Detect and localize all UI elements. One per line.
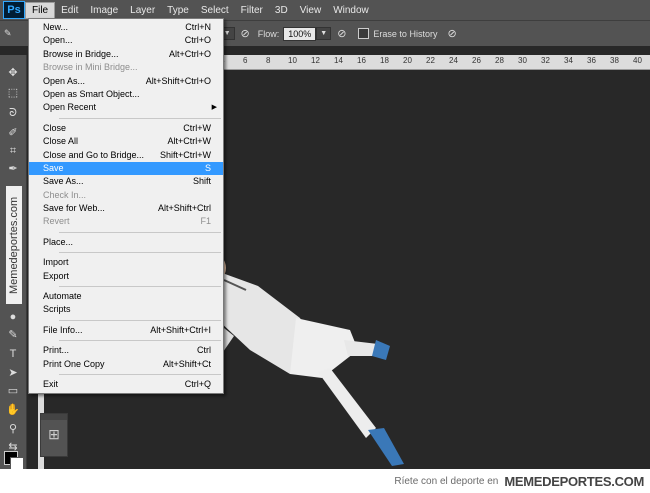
menu-item-save[interactable]: Save S: [29, 161, 223, 176]
menu-item-file-info[interactable]: File Info... Alt+Shift+Ctrl+I: [29, 324, 223, 337]
menu-item-shortcut: Ctrl+W: [183, 122, 211, 133]
menu-item-open-recent[interactable]: Open Recent ▶: [29, 101, 223, 114]
menu-item-shortcut: Alt+Shift+Ct: [162, 358, 211, 369]
menu-item-close[interactable]: Close Ctrl+W: [29, 122, 223, 135]
menu-item-browse-bridge[interactable]: Browse in Bridge... Alt+Ctrl+O: [29, 48, 223, 61]
menu-item-label: Scripts: [43, 304, 71, 315]
menu-item-label: Place...: [43, 236, 74, 247]
menu-item-shortcut: Ctrl: [197, 345, 211, 356]
menu-item-label: Save As...: [43, 176, 84, 187]
menu-item-export[interactable]: Export: [29, 270, 223, 283]
menu-item-label: New...: [43, 22, 69, 32]
file-menu-dropdown: New... Ctrl+N Open... Ctrl+O Browse in Bri…: [28, 18, 224, 395]
menu-item-label: Save: [43, 162, 64, 173]
menu-item-shortcut: F1: [200, 216, 211, 227]
menu-item-label: Export: [43, 270, 70, 281]
menu-divider: [59, 319, 221, 321]
footer-brand-logo: MEMEDEPORTES.COM: [504, 473, 644, 489]
menu-item-label: Import: [43, 257, 69, 268]
menu-item-new[interactable]: New... Ctrl+N: [29, 21, 223, 34]
menu-item-print[interactable]: Print... Ctrl: [29, 344, 223, 357]
menu-item-shortcut: Alt+Ctrl+W: [167, 136, 211, 147]
menu-item-check-in: Check In...: [29, 189, 223, 202]
menu-item-open-as[interactable]: Open As... Alt+Shift+Ctrl+O: [29, 75, 223, 88]
menu-item-shortcut: Shift: [192, 176, 211, 187]
menu-divider: [59, 340, 221, 342]
menu-divider: [59, 252, 221, 254]
menu-item-label: Close and Go to Bridge...: [43, 149, 145, 160]
menu-item-print-one-copy[interactable]: Print One Copy Alt+Shift+Ct: [29, 358, 223, 371]
menu-item-browse-mini-bridge: Browse in Mini Bridge...: [29, 61, 223, 74]
footer-watermark: Ríete con el deporte en MEMEDEPORTES.COM: [0, 469, 650, 493]
menu-item-label: Close All: [43, 136, 79, 147]
menu-divider: [59, 373, 221, 375]
menu-item-shortcut: Alt+Shift+Ctrl: [157, 203, 211, 214]
menu-item-label: Browse in Bridge...: [43, 48, 119, 59]
menu-item-label: Close: [43, 122, 67, 133]
menu-item-scripts[interactable]: Scripts: [29, 303, 223, 316]
menu-item-shortcut: S: [204, 162, 211, 173]
menu-item-shortcut: Alt+Shift+Ctrl+I: [150, 324, 211, 335]
menu-item-label: Open...: [43, 35, 73, 46]
menu-item-shortcut: Ctrl+O: [184, 35, 211, 46]
menu-item-shortcut: Alt+Shift+Ctrl+O: [145, 75, 211, 86]
menu-item-shortcut: Shift+Ctrl+W: [159, 149, 211, 160]
menu-item-automate[interactable]: Automate: [29, 290, 223, 303]
menu-item-label: Open As...: [43, 75, 86, 86]
menu-item-shortcut: Alt+Ctrl+O: [168, 48, 211, 59]
menu-item-label: Save for Web...: [43, 203, 105, 214]
menu-item-label: Browse in Mini Bridge...: [43, 62, 138, 73]
menu-divider: [59, 117, 221, 119]
menu-item-place[interactable]: Place...: [29, 236, 223, 249]
menu-item-import[interactable]: Import: [29, 256, 223, 269]
menu-item-save-as[interactable]: Save As... Shift: [29, 175, 223, 188]
menu-item-label: Revert: [43, 216, 70, 227]
menu-item-label: File Info...: [43, 324, 83, 335]
footer-tagline: Ríete con el deporte en: [394, 475, 499, 487]
menu-item-label: Print...: [43, 345, 70, 356]
menu-divider: [59, 231, 221, 233]
menu-item-open[interactable]: Open... Ctrl+O: [29, 34, 223, 47]
menu-item-label: Open Recent: [43, 102, 97, 113]
menu-divider: [59, 286, 221, 288]
menu-item-save-for-web[interactable]: Save for Web... Alt+Shift+Ctrl: [29, 202, 223, 215]
menu-item-shortcut: Ctrl+N: [185, 22, 211, 32]
menu-item-revert: Revert F1: [29, 215, 223, 228]
menu-item-open-smart-object[interactable]: Open as Smart Object...: [29, 88, 223, 101]
menu-item-label: Print One Copy: [43, 358, 105, 369]
submenu-arrow-icon: ▶: [211, 104, 217, 112]
menu-item-label: Exit: [43, 378, 59, 389]
menu-item-label: Automate: [43, 291, 82, 302]
menu-item-label: Open as Smart Object...: [43, 88, 140, 99]
menu-item-shortcut: Ctrl+Q: [184, 378, 211, 389]
menu-item-close-all[interactable]: Close All Alt+Ctrl+W: [29, 135, 223, 148]
menu-item-close-go-bridge[interactable]: Close and Go to Bridge... Shift+Ctrl+W: [29, 149, 223, 162]
menu-item-label: Check In...: [43, 189, 87, 200]
menu-item-exit[interactable]: Exit Ctrl+Q: [29, 378, 223, 391]
